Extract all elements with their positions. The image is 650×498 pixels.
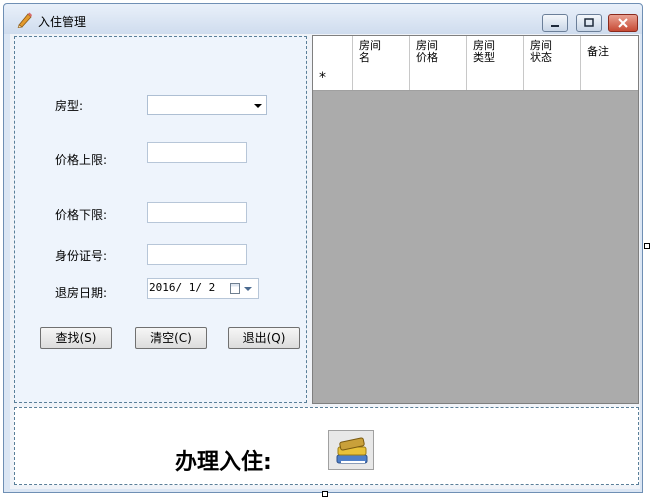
checkout-date-value: 2016/ 1/ 2 <box>149 281 216 294</box>
maximize-icon <box>584 18 594 27</box>
minimize-icon <box>551 25 559 27</box>
price-max-label: 价格上限: <box>55 153 108 167</box>
checkin-label: 办理入住: <box>175 450 272 475</box>
column-header-room-status[interactable]: 房间 状态 <box>524 36 581 67</box>
clear-button[interactable]: 清空(C) <box>135 327 207 349</box>
checkout-date-picker[interactable]: 2016/ 1/ 2 <box>147 278 259 299</box>
checkin-panel: 办理入住: <box>14 407 639 485</box>
checkin-button[interactable] <box>328 430 374 470</box>
calendar-icon[interactable] <box>230 283 240 294</box>
table-cell[interactable] <box>581 67 638 90</box>
client-area: 房型: 价格上限: 价格下限: 身份证号: 退房日期: 2016/ 1/ 2 查… <box>10 34 640 489</box>
new-row-marker: * <box>313 67 353 90</box>
column-header-line2: 类型 <box>473 51 495 64</box>
table-cell[interactable] <box>467 67 524 90</box>
table-cell[interactable] <box>353 67 410 90</box>
window-title: 入住管理 <box>38 15 87 29</box>
pencil-icon <box>17 12 32 28</box>
search-panel: 房型: 价格上限: 价格下限: 身份证号: 退房日期: 2016/ 1/ 2 查… <box>14 36 307 403</box>
books-icon <box>336 437 368 464</box>
title-bar[interactable]: 入住管理 <box>4 4 642 34</box>
price-min-label: 价格下限: <box>55 208 108 222</box>
table-cell[interactable] <box>410 67 467 90</box>
close-button[interactable] <box>608 14 638 32</box>
table-cell[interactable] <box>524 67 581 90</box>
chevron-down-icon[interactable] <box>244 287 252 291</box>
column-header-line2: 价格 <box>416 51 438 64</box>
table-row[interactable]: * <box>313 67 638 91</box>
exit-button[interactable]: 退出(Q) <box>228 327 300 349</box>
maximize-button[interactable] <box>576 14 602 32</box>
room-type-select[interactable] <box>147 95 267 115</box>
id-number-label: 身份证号: <box>55 249 108 263</box>
id-number-input[interactable] <box>147 244 247 265</box>
minimize-button[interactable] <box>542 14 568 32</box>
close-icon <box>618 18 628 28</box>
search-button[interactable]: 查找(S) <box>40 327 112 349</box>
resize-handle-right[interactable] <box>644 243 650 249</box>
checkout-date-label: 退房日期: <box>55 286 108 300</box>
room-grid[interactable]: 房间 名 房间 价格 房间 类型 房间 状态 备注 * <box>312 35 639 404</box>
resize-handle-bottom[interactable] <box>322 491 328 497</box>
column-header-line2: 状态 <box>530 51 552 64</box>
chevron-down-icon[interactable] <box>254 104 262 108</box>
column-header-remarks[interactable]: 备注 <box>581 36 638 67</box>
column-header-line2: 名 <box>359 51 370 64</box>
app-window: 入住管理 房型: 价格上限: 价格下限: 身份证号: 退房日期: 2016/ 1… <box>3 3 643 493</box>
column-header-line1: 备注 <box>587 45 609 58</box>
price-min-input[interactable] <box>147 202 247 223</box>
column-header-room-price[interactable]: 房间 价格 <box>410 36 467 67</box>
column-header-room-type[interactable]: 房间 类型 <box>467 36 524 67</box>
column-header-room-name[interactable]: 房间 名 <box>353 36 410 67</box>
price-max-input[interactable] <box>147 142 247 163</box>
grid-header-row: 房间 名 房间 价格 房间 类型 房间 状态 备注 <box>313 36 638 68</box>
room-type-label: 房型: <box>55 99 84 113</box>
grid-corner-cell[interactable] <box>313 36 353 67</box>
